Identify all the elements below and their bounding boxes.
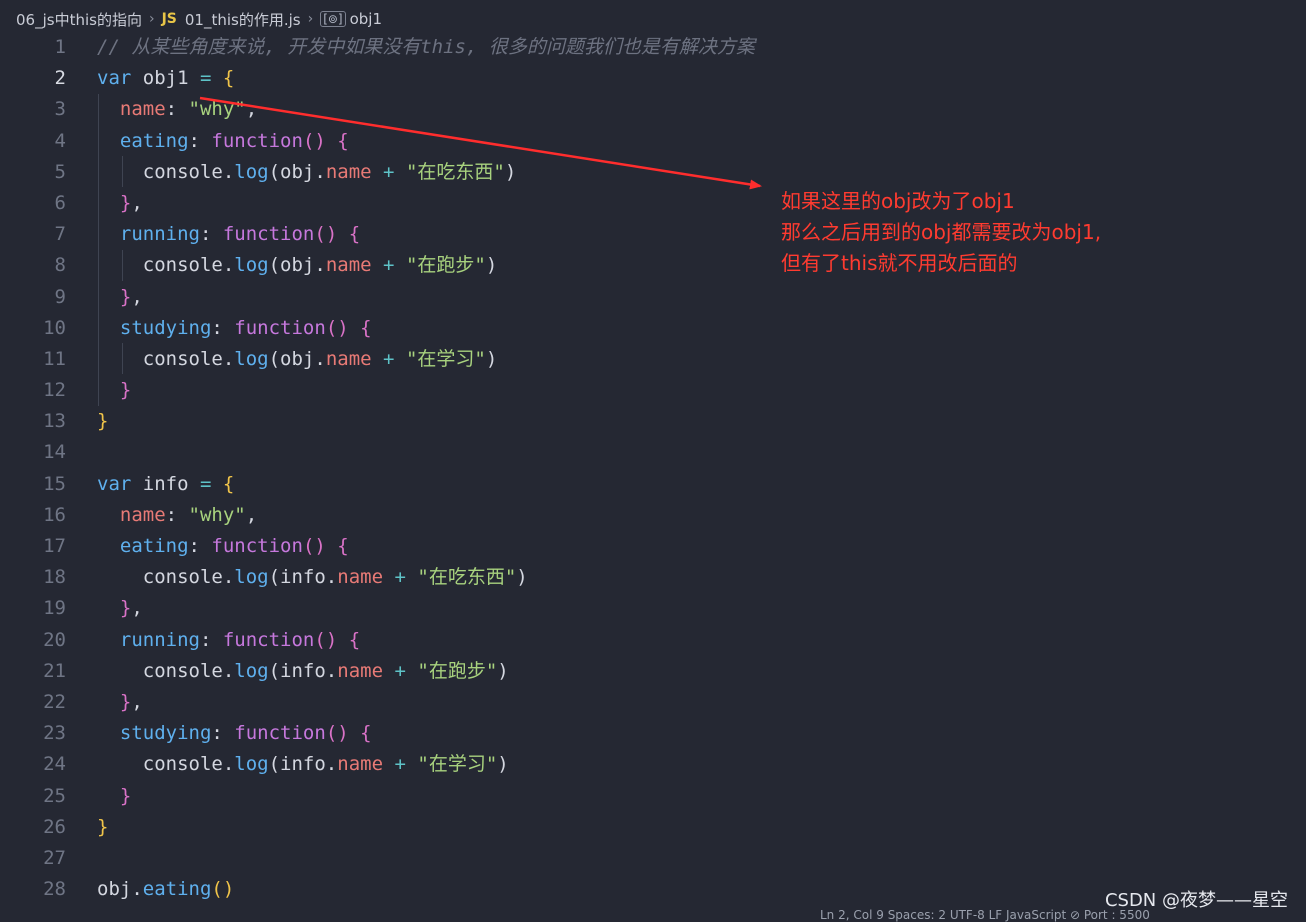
annotation-line: 但有了this就不用改后面的 <box>781 251 1018 275</box>
annotation-line: 那么之后用到的obj都需要改为obj1, <box>781 220 1102 244</box>
status-bar[interactable]: Ln 2, Col 9 Spaces: 2 UTF-8 LF JavaScrip… <box>820 908 1150 922</box>
annotation-line: 如果这里的obj改为了obj1 <box>781 189 1015 213</box>
annotation-arrow <box>199 96 762 190</box>
annotation-note: 如果这里的obj改为了obj1 那么之后用到的obj都需要改为obj1, 但有了th… <box>781 186 1101 279</box>
